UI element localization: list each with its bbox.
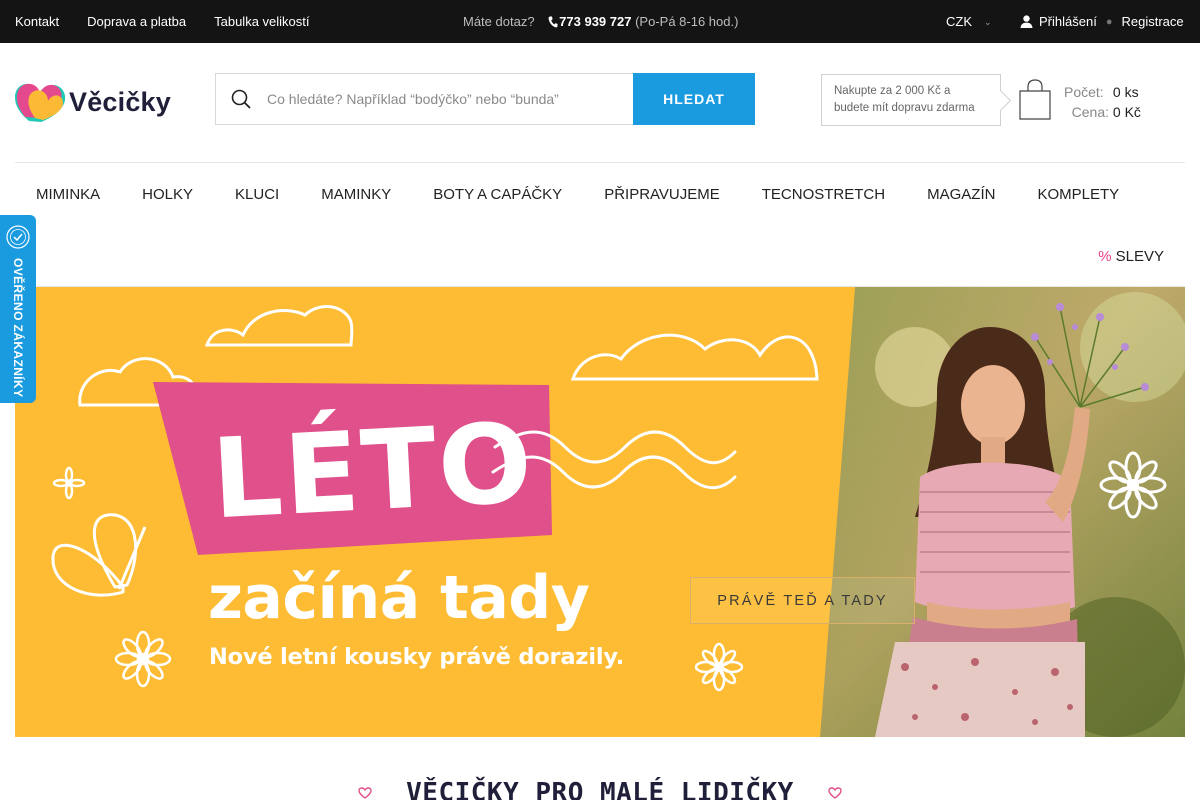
hero-cta-button[interactable]: PRÁVĚ TEĎ A TADY	[690, 577, 915, 624]
verified-seal-icon	[6, 225, 30, 249]
top-bar: Kontakt Doprava a platba Tabulka velikos…	[0, 0, 1200, 43]
search-bar: HLEDAT	[215, 73, 755, 125]
search-icon	[231, 89, 251, 109]
chevron-down-icon: ⌄	[984, 17, 992, 27]
hero-headline: začíná tady	[208, 563, 590, 633]
account-links: Přihlášení ● Registrace	[1020, 14, 1184, 29]
logo[interactable]: Věcičky	[15, 81, 171, 123]
hero-banner[interactable]: LÉTO začíná tady Nové letní kousky právě…	[15, 287, 1185, 737]
cart-count-label: Počet:	[1064, 84, 1104, 100]
main-nav: MIMINKA HOLKY KLUCI MAMINKY BOTY A CAPÁČ…	[15, 163, 1185, 287]
hero-title: LÉTO	[208, 398, 537, 544]
section-title: VĚCIČKY PRO MALÉ LIDIČKY	[406, 778, 794, 800]
percent-icon: %	[1098, 248, 1112, 265]
cart-price-label: Cena:	[1071, 104, 1109, 120]
nav-item-maminky[interactable]: MAMINKY	[300, 186, 412, 203]
currency-value: CZK	[946, 14, 972, 29]
heart-icon	[358, 787, 372, 799]
cart-price-value: 0 Kč	[1112, 104, 1141, 120]
nav-item-pripravujeme[interactable]: PŘIPRAVUJEME	[583, 186, 741, 203]
heart-icon	[828, 787, 842, 799]
cart-count-value: 0 ks	[1112, 84, 1139, 100]
contact-link[interactable]: Kontakt	[15, 14, 59, 29]
currency-select[interactable]: CZK ⌄	[946, 14, 992, 29]
nav-item-slevy[interactable]: % SLEVY	[1098, 248, 1164, 265]
header: Věcičky HLEDAT Nakupte za 2 000 Kč a bud…	[0, 43, 1200, 163]
office-hours: (Po-Pá 8-16 hod.)	[635, 14, 739, 29]
shopping-bag-icon	[1019, 79, 1051, 120]
nav-item-komplety[interactable]: KOMPLETY	[1016, 186, 1140, 203]
free-shipping-note: Nakupte za 2 000 Kč a budete mít dopravu…	[821, 74, 1001, 126]
login-link[interactable]: Přihlášení	[1039, 14, 1097, 29]
section-heading: VĚCIČKY PRO MALÉ LIDIČKY	[0, 778, 1200, 800]
shipping-payment-link[interactable]: Doprava a platba	[87, 14, 186, 29]
user-icon	[1020, 15, 1033, 28]
nav-item-kluci[interactable]: KLUCI	[214, 186, 300, 203]
phone-number[interactable]: 773 939 727	[559, 14, 631, 29]
cart-summary: Počet: 0 ks Cena: 0 Kč	[1064, 82, 1141, 122]
hero-subline: Nové letní kousky právě dorazily.	[209, 644, 625, 670]
nav-item-magazin[interactable]: MAGAZÍN	[906, 186, 1016, 203]
search-input[interactable]	[267, 91, 597, 107]
verified-by-customers-badge[interactable]: OVĚŘENO ZÁKAZNÍKY	[0, 215, 36, 403]
contact-info: Máte dotaz? 773 939 727 (Po-Pá 8-16 hod.…	[463, 14, 738, 29]
badge-text: OVĚŘENO ZÁKAZNÍKY	[11, 258, 25, 398]
size-chart-link[interactable]: Tabulka velikostí	[214, 14, 309, 29]
nav-item-holky[interactable]: HOLKY	[121, 186, 214, 203]
nav-item-boty[interactable]: BOTY A CAPÁČKY	[412, 186, 583, 203]
nav-item-miminka[interactable]: MIMINKA	[15, 186, 121, 203]
top-links: Kontakt Doprava a platba Tabulka velikos…	[15, 14, 310, 29]
cart[interactable]: Počet: 0 ks Cena: 0 Kč	[1018, 79, 1141, 122]
search-button[interactable]: HLEDAT	[633, 73, 755, 125]
heart-logo-icon	[15, 83, 66, 122]
nav-item-tecnostretch[interactable]: TECNOSTRETCH	[741, 186, 906, 203]
sale-label: SLEVY	[1115, 248, 1164, 265]
separator-dot: ●	[1105, 15, 1113, 28]
logo-text: Věcičky	[69, 86, 171, 117]
phone-icon	[548, 16, 558, 28]
question-label: Máte dotaz?	[463, 14, 535, 29]
search-box	[215, 73, 633, 125]
register-link[interactable]: Registrace	[1121, 14, 1183, 29]
